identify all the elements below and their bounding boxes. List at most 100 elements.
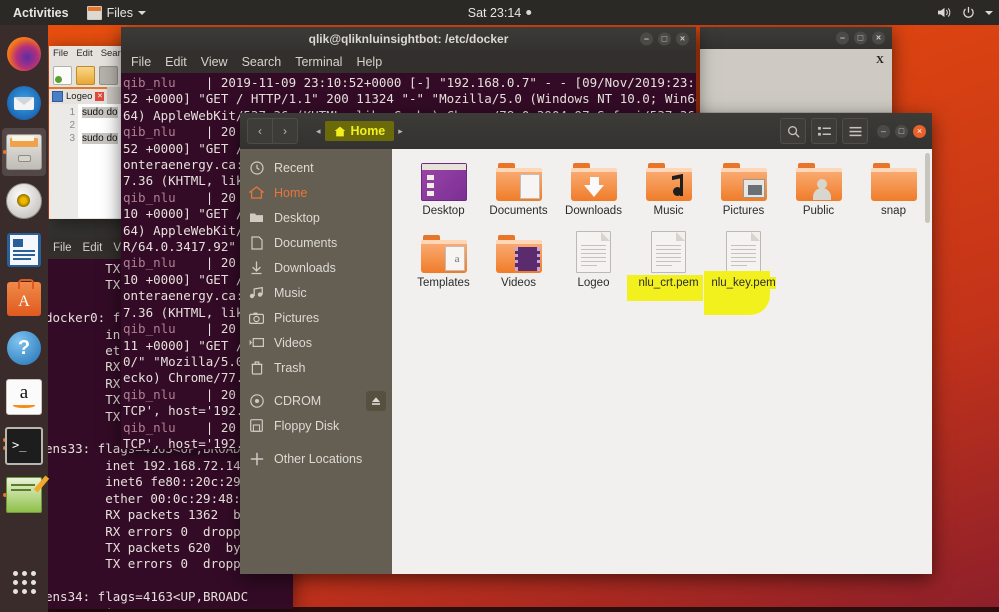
file-item[interactable]: Pictures bbox=[706, 159, 781, 217]
show-applications-button[interactable] bbox=[2, 558, 46, 606]
search-button[interactable] bbox=[780, 118, 806, 144]
sidebar-item-other-locations[interactable]: Other Locations bbox=[240, 446, 392, 471]
file-item[interactable]: nlu_crt.pem bbox=[627, 231, 706, 301]
home-icon bbox=[248, 186, 265, 199]
clock-button[interactable]: Sat 23:14 bbox=[468, 6, 532, 20]
close-button[interactable]: × bbox=[676, 32, 689, 46]
terminal1-window-buttons[interactable]: – □ × bbox=[640, 32, 689, 46]
dock-item-terminal[interactable]: >_ bbox=[2, 422, 46, 470]
back-button[interactable]: ‹ bbox=[247, 118, 272, 144]
file-item[interactable]: Logeo bbox=[556, 231, 631, 289]
menu-button[interactable] bbox=[842, 118, 868, 144]
sidebar-item-documents[interactable]: Documents bbox=[240, 230, 392, 255]
sidebar-item-label: Floppy Disk bbox=[274, 418, 340, 433]
gedit-menu-edit[interactable]: Edit bbox=[76, 48, 92, 63]
eject-icon[interactable] bbox=[366, 390, 386, 411]
terminal1-menu-file[interactable]: File bbox=[131, 55, 151, 69]
terminal1-menu-help[interactable]: Help bbox=[356, 55, 382, 69]
terminal1-menu-search[interactable]: Search bbox=[242, 55, 282, 69]
view-toggle-button[interactable] bbox=[811, 118, 837, 144]
system-tray[interactable] bbox=[937, 6, 993, 19]
folder-icon bbox=[645, 163, 692, 201]
terminal-line: ens34: flags=4163<UP,BROADC bbox=[45, 589, 249, 605]
video-icon bbox=[248, 337, 265, 348]
gedit-menu-file[interactable]: File bbox=[53, 48, 68, 63]
sidebar-item-music[interactable]: Music bbox=[240, 280, 392, 305]
close-button[interactable]: × bbox=[872, 31, 885, 45]
files-window-buttons[interactable]: – □ × bbox=[877, 124, 926, 138]
chevron-down-icon bbox=[985, 10, 993, 15]
thunderbird-icon bbox=[7, 86, 41, 120]
close-button[interactable]: × bbox=[913, 124, 926, 138]
file-grid[interactable]: Desktop Documents Downloads Music Pictures Pu… bbox=[406, 159, 932, 315]
terminal1-menu-edit[interactable]: Edit bbox=[165, 55, 187, 69]
dock-item-help[interactable]: ? bbox=[2, 324, 46, 372]
close-icon[interactable]: ✕ bbox=[95, 92, 105, 101]
sidebar-item-videos[interactable]: Videos bbox=[240, 330, 392, 355]
terminal1-menu-terminal[interactable]: Terminal bbox=[295, 55, 342, 69]
file-item[interactable]: Documents bbox=[481, 159, 556, 217]
sidebar-item-trash[interactable]: Trash bbox=[240, 355, 392, 380]
terminal-log-tag: qib_nlu bbox=[123, 419, 176, 435]
dock-item-ubuntu-software[interactable]: A bbox=[2, 275, 46, 323]
dock-item-rhythmbox[interactable] bbox=[2, 177, 46, 225]
terminal2-menu-file[interactable]: File bbox=[53, 242, 72, 254]
new-document-icon[interactable] bbox=[53, 65, 72, 85]
app-menu-files[interactable]: Files bbox=[78, 0, 155, 25]
sidebar-item-floppy-disk[interactable]: Floppy Disk bbox=[240, 413, 392, 438]
terminal-log-tag: qib_nlu bbox=[123, 321, 176, 337]
dock-item-text-editor[interactable] bbox=[2, 471, 50, 519]
minimize-button[interactable]: – bbox=[877, 124, 890, 138]
text-editor-icon bbox=[6, 475, 50, 513]
maximize-button[interactable]: □ bbox=[658, 32, 671, 46]
background-window-buttons[interactable]: – □ × bbox=[836, 31, 885, 45]
terminal1-menu-view[interactable]: View bbox=[201, 55, 228, 69]
terminal2-menu-edit[interactable]: Edit bbox=[83, 242, 103, 254]
maximize-button[interactable]: □ bbox=[895, 124, 908, 138]
forward-button[interactable]: › bbox=[272, 118, 298, 144]
maximize-button[interactable]: □ bbox=[854, 31, 867, 45]
sidebar-item-pictures[interactable]: Pictures bbox=[240, 305, 392, 330]
gedit-tab-logeo[interactable]: Logeo ✕ bbox=[49, 87, 108, 104]
dock-item-amazon[interactable]: a bbox=[2, 373, 46, 421]
dock-item-libreoffice-writer[interactable] bbox=[2, 226, 46, 274]
file-item[interactable]: Downloads bbox=[556, 159, 631, 217]
open-folder-icon[interactable] bbox=[76, 65, 95, 85]
caret-right-icon[interactable]: ▸ bbox=[394, 126, 407, 137]
files-content-area[interactable]: Desktop Documents Downloads Music Pictures Pu… bbox=[392, 149, 932, 574]
files-icon bbox=[86, 5, 102, 20]
terminal1-title: qlik@qliknluinsightbot: /etc/docker bbox=[308, 32, 509, 46]
sidebar-item-recent[interactable]: Recent bbox=[240, 155, 392, 180]
file-icon: a bbox=[420, 231, 467, 273]
minimize-button[interactable]: – bbox=[836, 31, 849, 45]
dock-item-thunderbird[interactable] bbox=[2, 79, 46, 127]
file-item[interactable]: Public bbox=[781, 159, 856, 217]
dock-item-files[interactable] bbox=[2, 128, 46, 176]
file-item[interactable]: Videos bbox=[481, 231, 556, 289]
scrollbar[interactable] bbox=[925, 153, 930, 223]
file-name-label: Templates bbox=[417, 277, 470, 289]
file-item[interactable]: snap bbox=[856, 159, 931, 217]
save-icon[interactable] bbox=[99, 65, 118, 85]
minimize-button[interactable]: – bbox=[640, 32, 653, 46]
file-name-label: Music bbox=[653, 205, 684, 217]
breadcrumb-home[interactable]: Home bbox=[324, 121, 395, 141]
sidebar-item-cdrom[interactable]: CDROM bbox=[240, 388, 392, 413]
caret-left-icon[interactable]: ◂ bbox=[312, 126, 325, 137]
activities-button[interactable]: Activities bbox=[4, 0, 78, 25]
sidebar-item-home[interactable]: Home bbox=[240, 180, 392, 205]
breadcrumb: ◂ Home ▸ bbox=[312, 121, 407, 141]
terminal1-titlebar[interactable]: qlik@qliknluinsightbot: /etc/docker – □ … bbox=[121, 27, 696, 51]
navigation-buttons[interactable]: ‹ › bbox=[247, 118, 298, 144]
file-item[interactable]: Desktop bbox=[406, 159, 481, 217]
sidebar-item-downloads[interactable]: Downloads bbox=[240, 255, 392, 280]
file-item[interactable]: a Templates bbox=[406, 231, 481, 289]
files-window[interactable]: ‹ › ◂ Home ▸ – □ × Recent Home Desktop D… bbox=[240, 113, 932, 574]
background-window-titlebar[interactable]: – □ × bbox=[700, 27, 892, 49]
file-item[interactable]: nlu_key.pem bbox=[704, 231, 781, 315]
file-item[interactable]: Music bbox=[631, 159, 706, 217]
dock-item-firefox[interactable] bbox=[2, 30, 46, 78]
document-icon bbox=[651, 231, 686, 273]
gedit-text-area[interactable]: sudo do sudo do bbox=[78, 104, 118, 218]
sidebar-item-desktop[interactable]: Desktop bbox=[240, 205, 392, 230]
